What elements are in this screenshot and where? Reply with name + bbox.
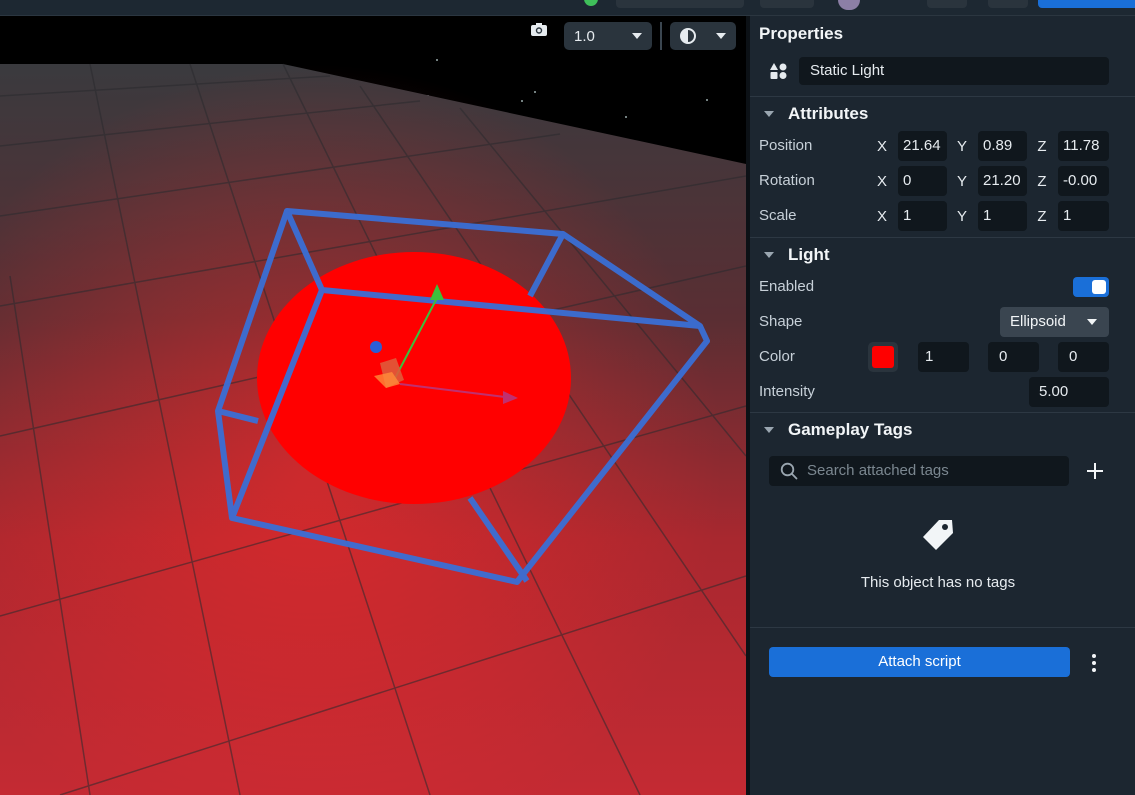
shape-label: Shape xyxy=(759,313,803,330)
enabled-row: Enabled xyxy=(750,272,1135,302)
top-button-2[interactable] xyxy=(927,0,967,8)
attributes-title: Attributes xyxy=(788,103,869,123)
section-divider xyxy=(750,627,1135,628)
axis-y-label: Y xyxy=(956,138,967,155)
viewport-toolbar: 1.0 xyxy=(530,22,736,50)
collapse-arrow-icon xyxy=(764,251,774,258)
speed-value: 1.0 xyxy=(574,27,595,45)
attach-script-button[interactable]: Attach script xyxy=(769,647,1070,677)
gameplay-tags-title: Gameplay Tags xyxy=(788,419,913,439)
position-row: Position X 21.64 Y 0.89 Z 11.78 xyxy=(750,131,1135,161)
color-row: Color 1 0 0 xyxy=(750,342,1135,372)
position-y-field[interactable]: 0.89 xyxy=(978,131,1027,161)
search-icon xyxy=(780,462,798,480)
color-g-field[interactable]: 0 xyxy=(988,342,1039,372)
rotation-row: Rotation X 0 Y 21.20 Z -0.00 xyxy=(750,166,1135,196)
rotation-label: Rotation xyxy=(759,172,815,189)
shape-value: Ellipsoid xyxy=(1010,313,1066,330)
scene-viewport[interactable]: 1.0 xyxy=(0,16,746,795)
top-primary-button[interactable] xyxy=(1038,0,1135,8)
chevron-down-icon xyxy=(716,33,726,39)
intensity-field[interactable]: 5.00 xyxy=(1029,377,1109,407)
shape-row: Shape Ellipsoid xyxy=(750,307,1135,337)
axis-x-label: X xyxy=(876,138,887,155)
axis-z-label: Z xyxy=(1037,208,1047,225)
object-name-row: Static Light xyxy=(770,57,1110,85)
more-options-icon[interactable] xyxy=(1084,652,1104,674)
tag-search-placeholder: Search attached tags xyxy=(807,462,949,479)
plus-icon xyxy=(1087,463,1103,479)
user-avatar[interactable] xyxy=(838,0,860,10)
shape-dropdown[interactable]: Ellipsoid xyxy=(1000,307,1109,337)
axis-z-label: Z xyxy=(1037,138,1047,155)
camera-icon[interactable] xyxy=(530,22,556,50)
axis-x-label: X xyxy=(876,173,887,190)
shapes-icon xyxy=(770,63,788,79)
panel-title: Properties xyxy=(759,24,844,43)
intensity-row: Intensity 5.00 xyxy=(750,377,1135,407)
properties-panel: Properties Static Light Attributes Posit… xyxy=(750,16,1135,795)
toolbar-separator xyxy=(660,22,662,50)
collapse-arrow-icon xyxy=(764,110,774,117)
rotation-y-field[interactable]: 21.20 xyxy=(978,166,1027,196)
search-field-top[interactable] xyxy=(616,0,744,8)
color-label: Color xyxy=(759,348,795,365)
chevron-down-icon xyxy=(1087,319,1097,325)
axis-x-label: X xyxy=(876,208,887,225)
scale-label: Scale xyxy=(759,207,797,224)
axis-y-label: Y xyxy=(956,208,967,225)
tag-icon xyxy=(921,518,955,552)
circle-half-icon xyxy=(680,28,696,44)
color-b-field[interactable]: 0 xyxy=(1058,342,1109,372)
add-tag-button[interactable] xyxy=(1084,458,1106,484)
enabled-label: Enabled xyxy=(759,278,815,295)
position-x-field[interactable]: 21.64 xyxy=(898,131,947,161)
object-name-field[interactable]: Static Light xyxy=(799,57,1109,85)
collapse-arrow-icon xyxy=(764,426,774,433)
top-toolbar-strip xyxy=(0,0,1135,16)
gameplay-tags-section-header[interactable]: Gameplay Tags xyxy=(750,412,1135,446)
scale-z-field[interactable]: 1 xyxy=(1058,201,1109,231)
rotation-z-field[interactable]: -0.00 xyxy=(1058,166,1109,196)
light-title: Light xyxy=(788,244,830,264)
speed-dropdown[interactable]: 1.0 xyxy=(564,22,652,50)
axis-y-label: Y xyxy=(956,173,967,190)
scale-row: Scale X 1 Y 1 Z 1 xyxy=(750,201,1135,231)
render-mode-dropdown[interactable] xyxy=(670,22,736,50)
top-button-1[interactable] xyxy=(760,0,814,8)
enabled-toggle[interactable] xyxy=(1073,277,1109,297)
color-swatch[interactable] xyxy=(868,342,898,372)
rotation-x-field[interactable]: 0 xyxy=(898,166,947,196)
no-tags-message: This object has no tags xyxy=(860,574,1016,591)
position-label: Position xyxy=(759,137,813,154)
position-z-field[interactable]: 11.78 xyxy=(1058,131,1109,161)
top-button-3[interactable] xyxy=(988,0,1028,8)
scene-render xyxy=(0,16,746,795)
attributes-section-header[interactable]: Attributes xyxy=(750,96,1135,130)
color-r-field[interactable]: 1 xyxy=(918,342,969,372)
chevron-down-icon xyxy=(632,33,642,39)
scale-x-field[interactable]: 1 xyxy=(898,201,947,231)
axis-z-label: Z xyxy=(1037,173,1047,190)
scale-y-field[interactable]: 1 xyxy=(978,201,1027,231)
light-section-header[interactable]: Light xyxy=(750,237,1135,271)
tag-search-input[interactable]: Search attached tags xyxy=(769,456,1069,486)
status-dot xyxy=(584,0,598,6)
intensity-label: Intensity xyxy=(759,383,815,400)
